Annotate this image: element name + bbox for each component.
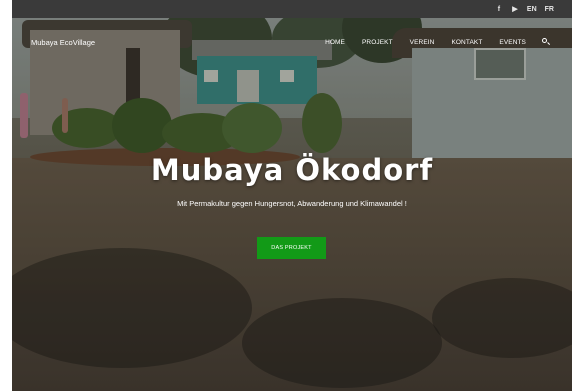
language-fr-link[interactable]: FR (545, 6, 554, 13)
youtube-icon[interactable]: ▶ (511, 5, 519, 13)
site-logo-text[interactable]: Mubaya EcoVillage (31, 38, 95, 47)
nav-item-home[interactable]: HOME (325, 39, 345, 46)
browser-viewport: f ▶ EN FR Mubaya EcoVillage HOME PROJEKT… (12, 0, 572, 391)
main-menu: HOME PROJEKT VEREIN KONTAKT EVENTS (308, 38, 550, 46)
nav-item-projekt[interactable]: PROJEKT (362, 39, 393, 46)
facebook-icon[interactable]: f (495, 5, 503, 13)
nav-item-verein[interactable]: VEREIN (410, 39, 435, 46)
nav-item-kontakt[interactable]: KONTAKT (451, 39, 482, 46)
main-navbar: Mubaya EcoVillage HOME PROJEKT VEREIN KO… (12, 18, 572, 66)
top-bar: f ▶ EN FR (12, 0, 572, 18)
nav-item-events[interactable]: EVENTS (499, 39, 526, 46)
hero-subtitle: Mit Permakultur gegen Hungersnot, Abwand… (177, 199, 407, 208)
das-projekt-button[interactable]: DAS PROJEKT (257, 237, 326, 259)
hero-title: Mubaya Ökodorf (150, 153, 434, 187)
search-icon[interactable] (542, 38, 550, 46)
language-en-link[interactable]: EN (527, 6, 537, 13)
